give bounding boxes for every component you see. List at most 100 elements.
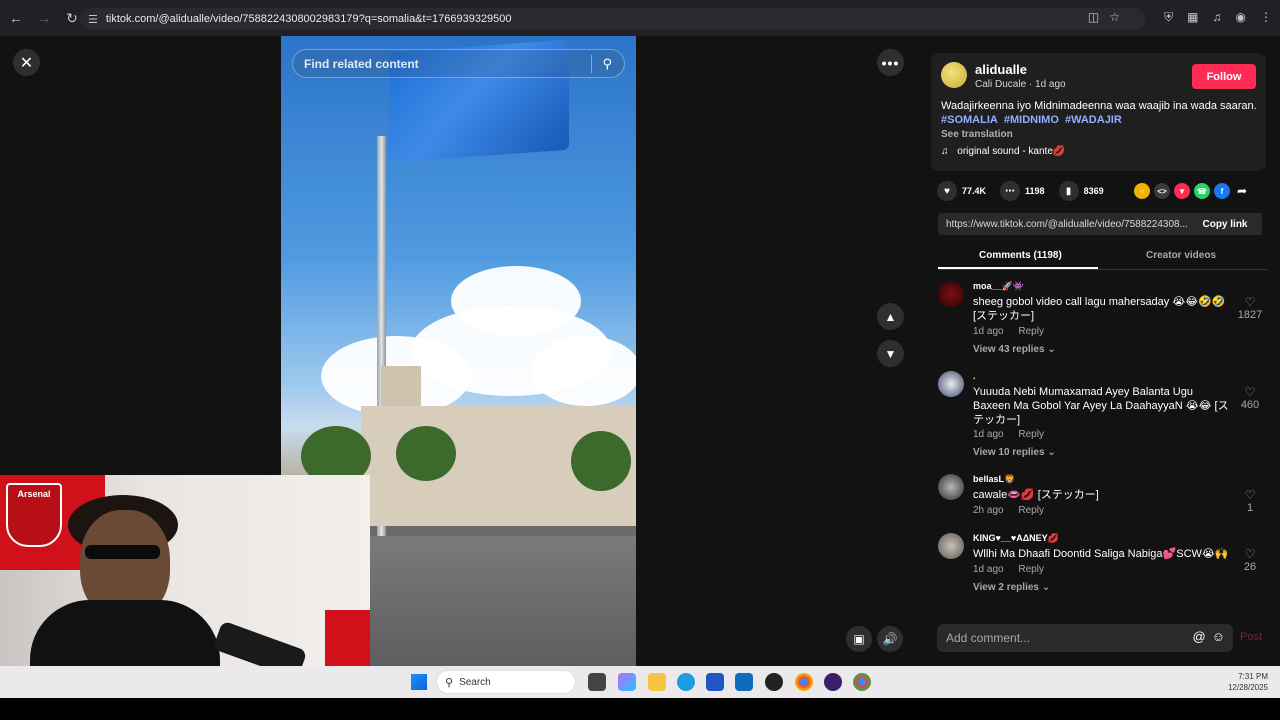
view-replies-button[interactable]: View 10 replies ⌄ <box>973 447 1056 458</box>
shield-icon[interactable]: ⛨ <box>1164 10 1173 25</box>
commenter-username[interactable]: KING♥__♥AΔNEY💋 <box>973 533 1059 544</box>
add-comment-input[interactable]: Add comment... @ ☺ <box>937 624 1233 652</box>
chevron-down-icon[interactable]: ▼ <box>877 340 904 367</box>
hashtag-link[interactable]: #SOMALIA <box>941 114 998 126</box>
store-icon[interactable] <box>706 673 724 691</box>
comment-text: cawale👄💋 [ステッカー] <box>973 489 1099 501</box>
chrome-profile-icon[interactable] <box>853 673 871 691</box>
comment-like[interactable]: ♡ 1827 <box>1233 295 1267 321</box>
heart-icon: ♥ <box>937 181 957 201</box>
music-note-icon: ♫ <box>941 146 949 157</box>
comment-like-count: 1827 <box>1237 309 1263 321</box>
author-avatar[interactable] <box>941 62 967 88</box>
address-bar-actions: ◫ ☆ <box>1088 10 1120 24</box>
facebook-icon[interactable]: f <box>1214 183 1230 199</box>
like-stat[interactable]: ♥ 77.4K <box>937 181 986 201</box>
follow-button[interactable]: Follow <box>1192 64 1256 89</box>
floating-player-icon[interactable]: ▣ <box>846 626 872 652</box>
see-translation-link[interactable]: See translation <box>941 129 1013 140</box>
view-replies-button[interactable]: View 2 replies ⌄ <box>973 582 1050 593</box>
task-view-icon[interactable] <box>588 673 606 691</box>
comment-text: sheeg gobol video call lagu mahersaday 😭… <box>973 296 1226 322</box>
profile-icon[interactable]: ◉ <box>1236 10 1246 25</box>
reply-button[interactable]: Reply <box>1018 429 1044 440</box>
comment-like[interactable]: ♡ 460 <box>1233 385 1267 411</box>
site-info-icon[interactable]: ☰ <box>88 13 98 26</box>
whatsapp-icon[interactable]: ☎ <box>1194 183 1210 199</box>
comment-time: 1d ago <box>973 564 1004 575</box>
taskbar-search[interactable]: ⚲ Search <box>436 670 576 694</box>
heart-outline-icon: ♡ <box>1244 547 1256 561</box>
taskbar-search-label: Search <box>459 676 491 688</box>
bookmark-star-icon[interactable]: ☆ <box>1109 10 1120 24</box>
emoji-icon[interactable]: ☺ <box>1212 629 1225 644</box>
tab-comments[interactable]: Comments (1198) <box>979 250 1062 261</box>
commenter-avatar[interactable] <box>938 474 964 500</box>
system-clock[interactable]: 7:31 PM 12/28/2025 <box>1222 671 1268 693</box>
comment-meta: 1d ago Reply <box>973 326 1044 337</box>
commenter-avatar[interactable] <box>938 281 964 307</box>
comment-item: bellasL🦁 cawale👄💋 [ステッカー] 2h ago Reply ♡… <box>938 474 1268 529</box>
clock-date: 12/28/2025 <box>1227 683 1268 692</box>
commenter-username[interactable]: bellasL🦁 <box>973 474 1015 485</box>
search-divider <box>591 55 592 73</box>
reply-button[interactable]: Reply <box>1018 564 1044 575</box>
tab-creator-videos[interactable]: Creator videos <box>1146 250 1216 261</box>
obs-icon[interactable] <box>765 673 783 691</box>
comment-like[interactable]: ♡ 26 <box>1233 547 1267 573</box>
send-to-friends-icon[interactable]: ▼ <box>1174 183 1190 199</box>
address-bar[interactable]: ☰ tiktok.com/@alidualle/video/7588224308… <box>80 8 1145 30</box>
outlook-icon[interactable] <box>735 673 753 691</box>
forward-arrow-icon[interactable]: → <box>32 6 56 30</box>
search-icon[interactable]: ⚲ <box>602 56 612 72</box>
reply-button[interactable]: Reply <box>1018 505 1044 516</box>
extensions-area: ⛨ ▦ ♫ ◉ ⋮ <box>1164 10 1272 25</box>
view-replies-label: View 10 replies <box>973 447 1045 458</box>
commenter-avatar[interactable] <box>938 533 964 559</box>
file-explorer-icon[interactable] <box>648 673 666 691</box>
chevron-down-icon: ⌄ <box>1041 582 1051 593</box>
edge-icon[interactable] <box>677 673 695 691</box>
media-control-icon[interactable]: ♫ <box>1213 10 1222 25</box>
chevron-up-icon[interactable]: ▲ <box>877 303 904 330</box>
commenter-username[interactable]: moa__🚀👾 <box>973 281 1024 292</box>
menu-kebab-icon[interactable]: ⋮ <box>1260 10 1272 25</box>
extensions-puzzle-icon[interactable]: ▦ <box>1187 10 1198 25</box>
more-options-icon[interactable]: ••• <box>877 49 904 76</box>
post-info-card: alidualle Cali Ducale · 1d ago Follow Wa… <box>931 53 1266 171</box>
comment-meta: 1d ago Reply <box>973 564 1044 575</box>
comment-text: Yuuuda Nebi Mumaxamad Ayey Balanta Ugu B… <box>973 386 1229 426</box>
app-icon[interactable] <box>824 673 842 691</box>
commenter-avatar[interactable] <box>938 371 964 397</box>
share-arrow-icon[interactable]: ➦ <box>1234 183 1250 199</box>
coin-icon[interactable]: ○ <box>1134 183 1150 199</box>
find-related-search[interactable]: Find related content ⚲ <box>292 49 625 78</box>
comment-time: 1d ago <box>973 429 1004 440</box>
author-username[interactable]: alidualle <box>975 62 1027 77</box>
video-tree <box>571 431 631 491</box>
browser-toolbar: ← → ↻ ☰ tiktok.com/@alidualle/video/7588… <box>0 0 1280 36</box>
embed-icon[interactable]: <> <box>1154 183 1170 199</box>
reply-button[interactable]: Reply <box>1018 326 1044 337</box>
mention-icon[interactable]: @ <box>1193 629 1206 644</box>
comment-stat[interactable]: ⋯ 1198 <box>1000 181 1045 201</box>
screen-letterbox <box>0 698 1280 720</box>
hashtag-link[interactable]: #MIDNIMO <box>1004 114 1059 126</box>
clock-time: 7:31 PM <box>1238 672 1268 681</box>
copy-link-button[interactable]: Copy link <box>1188 213 1262 235</box>
volume-icon[interactable]: 🔊 <box>877 626 903 652</box>
copilot-icon[interactable] <box>618 673 636 691</box>
comment-like[interactable]: ♡ 1 <box>1233 488 1267 514</box>
view-replies-button[interactable]: View 43 replies ⌄ <box>973 344 1056 355</box>
post-comment-button[interactable]: Post <box>1240 631 1262 643</box>
webcam-overlay: Arsenal <box>0 475 370 698</box>
save-stat[interactable]: ▮ 8369 <box>1058 181 1104 201</box>
chrome-icon[interactable] <box>795 673 813 691</box>
windows-start-icon[interactable] <box>411 674 427 690</box>
hashtag-link[interactable]: #WADAJIR <box>1065 114 1122 126</box>
close-icon[interactable]: ✕ <box>13 49 40 76</box>
sound-link[interactable]: ♫ original sound - kante💋 <box>941 146 1065 157</box>
commenter-username[interactable]: . <box>973 371 976 381</box>
install-app-icon[interactable]: ◫ <box>1088 10 1099 24</box>
back-arrow-icon[interactable]: ← <box>4 6 28 30</box>
